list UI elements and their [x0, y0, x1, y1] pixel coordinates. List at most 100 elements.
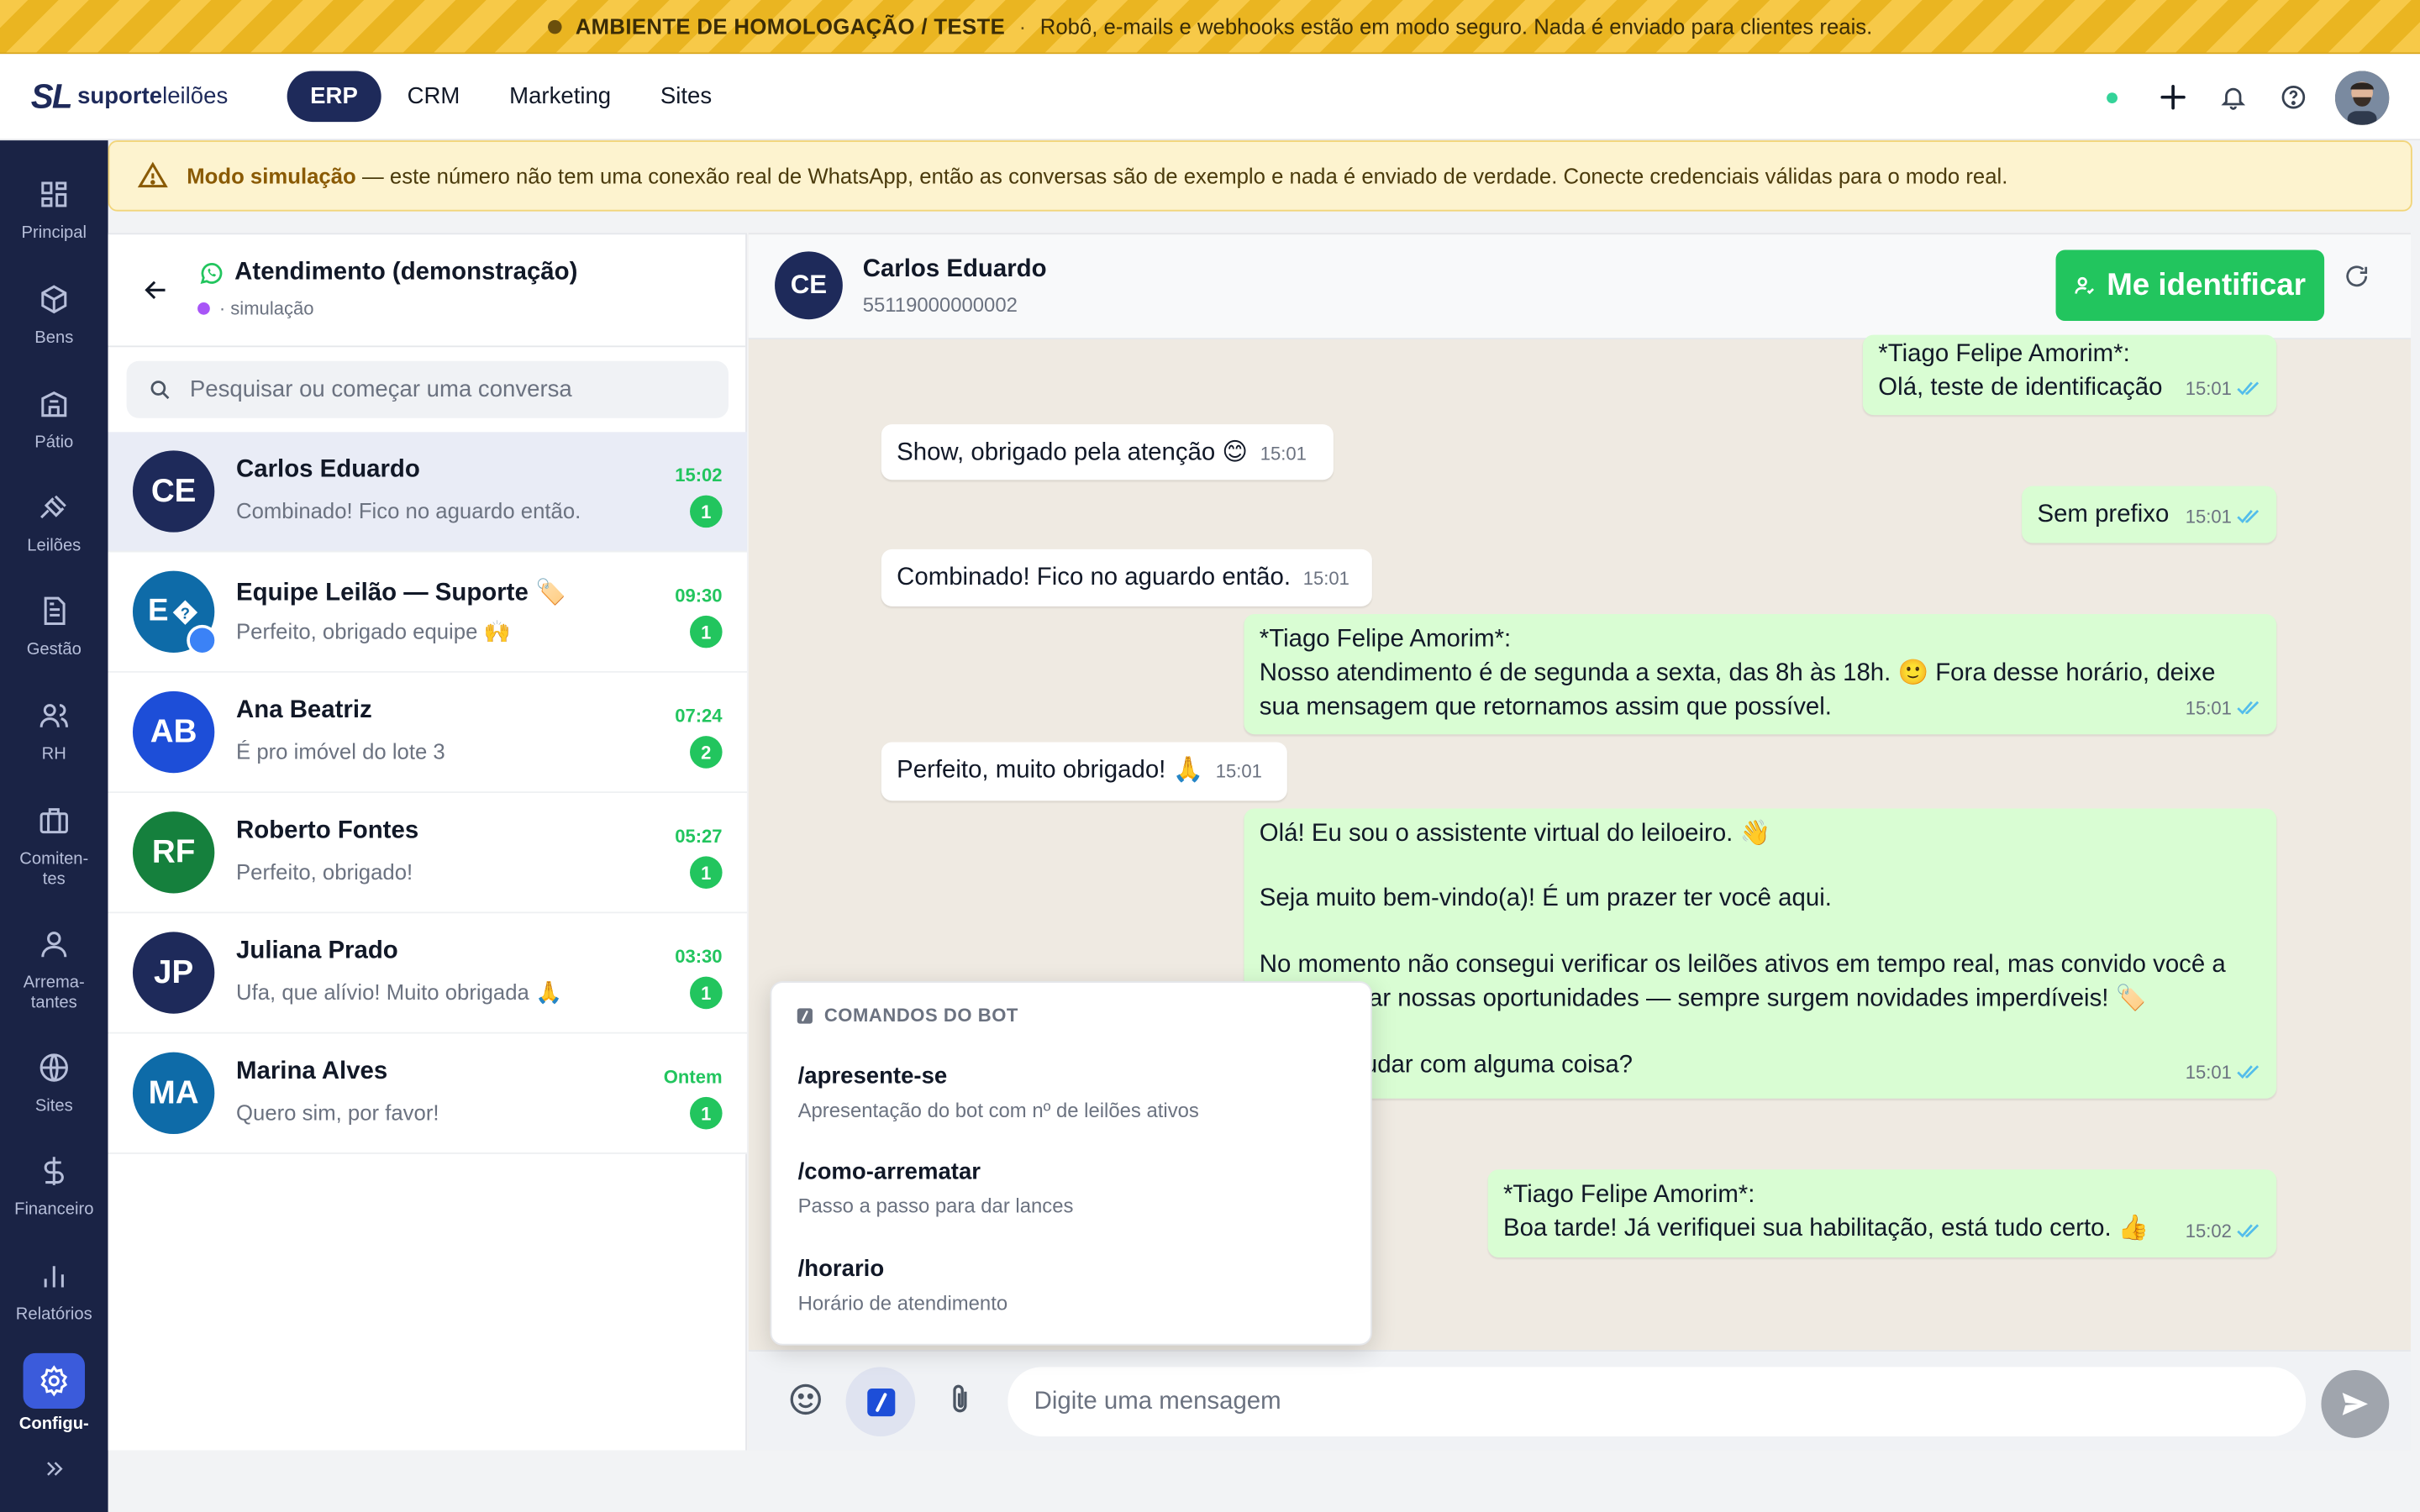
message-bubble[interactable]: Perfeito, muito obrigado! 🙏 15:01 — [881, 742, 1287, 801]
building-icon — [41, 391, 67, 417]
avatar: RF — [132, 811, 215, 894]
users-icon — [39, 704, 68, 727]
banner-dot-icon — [547, 18, 562, 34]
double-check-icon — [2237, 381, 2260, 396]
contact-phone: 55119000000002 — [862, 292, 1018, 317]
paperclip-icon[interactable] — [941, 1381, 978, 1425]
sidebar-item-relatorios[interactable]: Relatórios — [0, 1259, 108, 1326]
inbox-subtitle: · simulação — [218, 297, 314, 320]
document-icon — [44, 596, 66, 626]
conversation-item[interactable]: E? Equipe Leilão — Suporte 🏷️ Perfeito, … — [108, 552, 747, 673]
sidebar-item-sites[interactable]: Sites — [0, 1051, 108, 1117]
avatar: CE — [132, 450, 215, 533]
whatsapp-icon — [200, 263, 223, 285]
gear-icon — [40, 1365, 68, 1397]
dollar-icon — [44, 1157, 64, 1185]
chevrons-right-icon — [47, 1462, 63, 1476]
sidebar-item-financeiro[interactable]: Financeiro — [0, 1154, 108, 1221]
double-check-icon — [2237, 1065, 2260, 1079]
avatar: JP — [132, 932, 215, 1014]
conversation-item[interactable]: MA Marina Alves Quero sim, por favor! On… — [108, 1033, 747, 1154]
unread-badge: 1 — [690, 1096, 723, 1130]
chat-header: CE Carlos Eduardo 55119000000002 Me iden… — [748, 234, 2411, 340]
sidebar-item-principal[interactable]: Principal — [0, 177, 108, 244]
bot-commands-button[interactable] — [845, 1367, 916, 1436]
inbox-title: Atendimento (demonstração) — [234, 259, 578, 286]
unread-badge: 1 — [690, 856, 723, 889]
bot-commands-popup: COMANDOS DO BOT /apresente-se Apresentaç… — [770, 981, 1372, 1346]
user-avatar[interactable] — [2334, 70, 2390, 124]
search-icon — [150, 381, 170, 400]
message-bubble[interactable]: *Tiago Felipe Amorim*: Olá, teste de ide… — [1862, 334, 2277, 416]
back-arrow-icon[interactable] — [142, 276, 170, 312]
conversation-search-input[interactable]: Pesquisar ou começar uma conversa — [126, 360, 729, 418]
sidebar-item-arrematantes[interactable]: Arrema- tantes — [0, 927, 108, 1014]
unread-badge: 2 — [690, 736, 723, 769]
contact-avatar: CE — [775, 251, 843, 320]
online-status-dot — [2107, 92, 2118, 103]
status-dot — [197, 302, 210, 315]
environment-banner: AMBIENTE DE HOMOLOGAÇÃO / TESTE · Robô, … — [0, 0, 2420, 55]
conversation-item[interactable]: AB Ana Beatriz É pro imóvel do lote 3 07… — [108, 672, 747, 794]
message-bubble[interactable]: Olá! Eu sou o assistente virtual do leil… — [1244, 808, 2277, 1099]
tab-erp[interactable]: ERP — [287, 71, 381, 123]
brand-logo[interactable]: SL suporteleilões — [31, 76, 263, 117]
double-check-icon — [2237, 509, 2260, 523]
slash-command-icon — [866, 1388, 895, 1416]
identify-button[interactable]: Me identificar — [2055, 249, 2325, 322]
send-icon — [2342, 1392, 2369, 1415]
globe-icon — [39, 1053, 68, 1082]
message-bubble[interactable]: *Tiago Felipe Amorim*: Boa tarde! Já ver… — [1487, 1169, 2277, 1257]
banner-label: AMBIENTE DE HOMOLOGAÇÃO / TESTE — [575, 13, 1006, 39]
warning-triangle-icon — [137, 161, 168, 188]
tab-crm[interactable]: CRM — [384, 71, 483, 122]
conversation-item[interactable]: CE Carlos Eduardo Combinado! Fico no agu… — [108, 432, 747, 553]
message-bubble[interactable]: Show, obrigado pela atenção 😊 15:01 — [881, 424, 1334, 480]
bell-icon[interactable] — [2215, 79, 2252, 116]
sidebar-item-gestao[interactable]: Gestão — [0, 594, 108, 660]
unread-badge: 1 — [690, 495, 723, 528]
simulation-warning: Modo simulação — este número não tem uma… — [108, 140, 2412, 212]
conversation-list-pane: Atendimento (demonstração) · simulação P… — [108, 233, 747, 1451]
sidebar-item-comitentes[interactable]: Comiten- tes — [0, 804, 108, 890]
sidebar-item-rh[interactable]: RH — [0, 699, 108, 765]
popup-title: COMANDOS DO BOT — [823, 1004, 1018, 1026]
contact-name: Carlos Eduardo — [862, 255, 1047, 283]
slash-command-icon — [797, 1007, 813, 1023]
banner-text: Robô, e-mails e webhooks estão em modo s… — [1039, 13, 1873, 39]
message-input[interactable]: Digite uma mensagem — [1007, 1367, 2307, 1436]
message-bubble[interactable]: Sem prefixo 15:01 — [2022, 486, 2277, 543]
sidebar-expand-button[interactable] — [0, 1457, 108, 1494]
conversation-item[interactable]: RF Roberto Fontes Perfeito, obrigado! 05… — [108, 793, 747, 914]
double-check-icon — [2237, 701, 2260, 715]
briefcase-icon — [39, 808, 68, 834]
module-tabs: ERP CRM Marketing Sites — [287, 71, 739, 123]
svg-text:?: ? — [181, 604, 190, 622]
gavel-icon — [40, 495, 66, 519]
avatar: AB — [132, 690, 215, 774]
group-icon — [187, 624, 218, 656]
user-icon — [41, 932, 67, 958]
command-horario[interactable]: /horario Horário de atendimento — [798, 1256, 1008, 1315]
send-button[interactable] — [2321, 1370, 2390, 1438]
sidebar-item-patio[interactable]: Pátio — [0, 387, 108, 454]
sidebar-item-bens[interactable]: Bens — [0, 282, 108, 349]
double-check-icon — [2237, 1224, 2260, 1238]
unread-badge: 1 — [690, 615, 723, 648]
emoji-icon[interactable] — [787, 1381, 824, 1425]
help-icon[interactable] — [2275, 79, 2312, 116]
command-como-arrematar[interactable]: /como-arrematar Passo a passo para dar l… — [798, 1158, 1074, 1217]
command-apresente-se[interactable]: /apresente-se Apresentação do bot com nº… — [798, 1063, 1199, 1122]
tab-sites[interactable]: Sites — [637, 71, 734, 122]
message-composer: Digite uma mensagem — [748, 1350, 2411, 1451]
message-bubble[interactable]: *Tiago Felipe Amorim*: Nosso atendimento… — [1244, 614, 2277, 735]
conversation-list: CE Carlos Eduardo Combinado! Fico no agu… — [108, 432, 747, 1154]
sidebar-item-leiloes[interactable]: Leilões — [0, 491, 108, 557]
refresh-icon[interactable] — [2343, 262, 2370, 297]
grid-icon — [41, 181, 67, 207]
tab-marketing[interactable]: Marketing — [487, 71, 634, 122]
conversation-item[interactable]: JP Juliana Prado Ufa, que alívio! Muito … — [108, 913, 747, 1034]
plus-icon[interactable] — [2154, 79, 2191, 116]
message-bubble[interactable]: Combinado! Fico no aguardo então. 15:01 — [881, 549, 1372, 606]
sidebar-item-configuracoes[interactable]: Configu- — [0, 1352, 108, 1435]
